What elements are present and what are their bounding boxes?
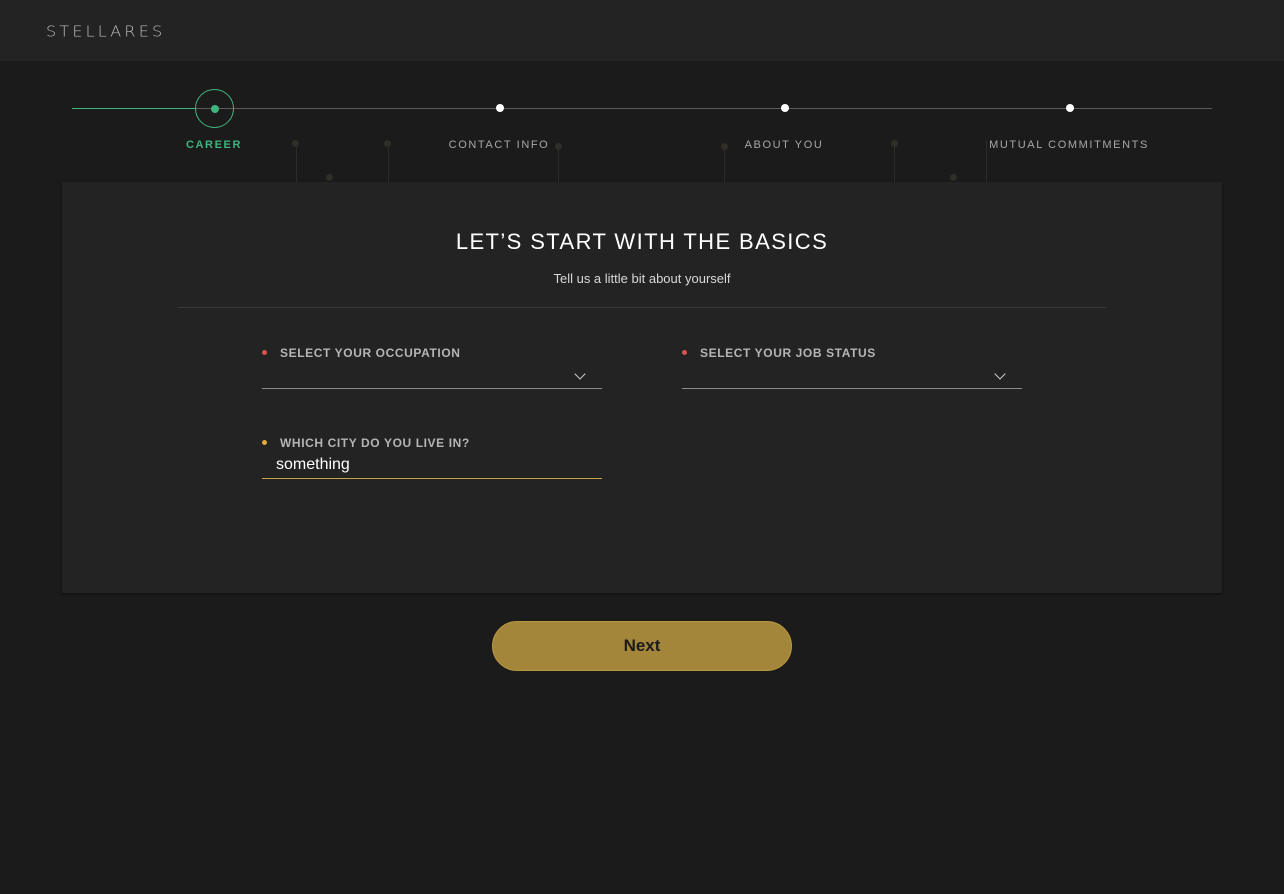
occupation-label: SELECT YOUR OCCUPATION: [280, 346, 461, 360]
next-button[interactable]: Next: [492, 621, 792, 671]
select-underline: [682, 388, 1022, 389]
required-indicator: [682, 350, 687, 355]
decor-dot: [721, 143, 728, 150]
page-title: LET’S START WITH THE BASICS: [455, 229, 829, 254]
decor-line: [558, 147, 559, 184]
city-input[interactable]: [262, 452, 602, 479]
decor-line: [724, 147, 725, 184]
decor-line: [894, 144, 895, 184]
progress-stepper: CAREER CONTACT INFO ABOUT YOU MUTUAL COM…: [0, 61, 1284, 191]
step-label-career[interactable]: CAREER: [186, 139, 242, 151]
decor-dot: [292, 140, 299, 147]
logo[interactable]: STELLARES: [46, 22, 165, 40]
decor-line: [986, 141, 987, 184]
page-subtitle: Tell us a little bit about yourself: [553, 271, 731, 286]
decor-dot: [384, 140, 391, 147]
stepper-track: [72, 108, 1212, 109]
city-field: WHICH CITY DO YOU LIVE IN?: [262, 436, 602, 486]
select-underline: [262, 388, 602, 389]
occupation-select[interactable]: SELECT YOUR OCCUPATION: [262, 346, 602, 396]
job-status-label: SELECT YOUR JOB STATUS: [700, 346, 876, 360]
decor-dot: [950, 174, 957, 181]
chevron-down-icon[interactable]: [574, 368, 586, 380]
stepper-track-progress: [72, 108, 196, 109]
step-career-dot[interactable]: [211, 105, 219, 113]
form-card: LET’S START WITH THE BASICS Tell us a li…: [62, 182, 1222, 593]
city-label: WHICH CITY DO YOU LIVE IN?: [280, 436, 470, 450]
decor-dot: [555, 143, 562, 150]
step-label-contact-info[interactable]: CONTACT INFO: [449, 139, 550, 151]
job-status-select[interactable]: SELECT YOUR JOB STATUS: [682, 346, 1022, 396]
step-label-mutual-commitments[interactable]: MUTUAL COMMITMENTS: [989, 139, 1149, 151]
step-mutual-commitments-dot[interactable]: [1066, 104, 1074, 112]
decor-dot: [891, 140, 898, 147]
top-bar: STELLARES: [0, 0, 1284, 61]
divider: [178, 307, 1106, 308]
step-label-about-you[interactable]: ABOUT YOU: [745, 139, 824, 151]
decor-line: [388, 144, 389, 184]
decor-line: [296, 144, 297, 184]
required-indicator: [262, 350, 267, 355]
step-about-you-dot[interactable]: [781, 104, 789, 112]
chevron-down-icon[interactable]: [994, 368, 1006, 380]
step-contact-info-dot[interactable]: [496, 104, 504, 112]
decor-dot: [326, 174, 333, 181]
field-indicator: [262, 440, 267, 445]
